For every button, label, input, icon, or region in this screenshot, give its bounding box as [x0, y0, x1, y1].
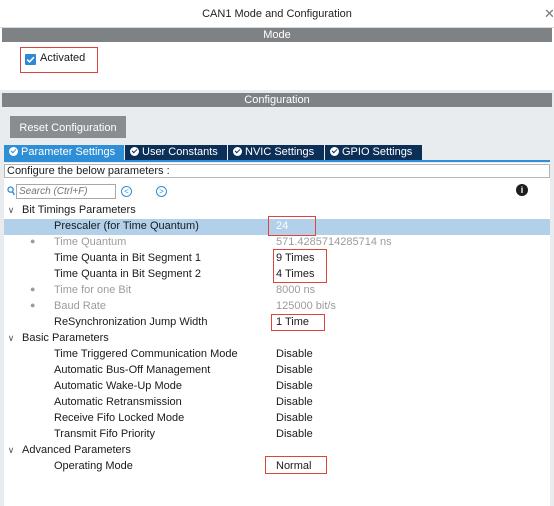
configure-hint: Configure the below parameters :: [4, 164, 550, 178]
check-circle-icon: [330, 147, 339, 156]
param-value[interactable]: Disable: [276, 428, 313, 440]
chevron-down-icon[interactable]: ∨: [6, 205, 16, 216]
param-value[interactable]: Disable: [276, 396, 313, 408]
chevron-right-circle-icon[interactable]: >: [156, 186, 167, 197]
readonly-marker: ●: [30, 300, 36, 310]
param-value[interactable]: Disable: [276, 380, 313, 392]
tab-parameter-settings[interactable]: Parameter Settings: [4, 145, 125, 160]
param-value: 8000 ns: [276, 284, 316, 296]
chevron-down-icon[interactable]: ∨: [6, 333, 16, 344]
check-circle-icon: [233, 147, 242, 156]
reset-configuration-button[interactable]: Reset Configuration: [10, 116, 126, 138]
param-name: Time Quanta in Bit Segment 2: [54, 268, 201, 280]
info-icon[interactable]: i: [516, 184, 528, 196]
search-input[interactable]: [16, 184, 116, 199]
tab-label: User Constants: [142, 146, 218, 158]
param-name: Prescaler (for Time Quantum): [54, 220, 199, 232]
param-name: Time Quanta in Bit Segment 1: [54, 252, 201, 264]
activated-checkbox[interactable]: [25, 54, 36, 65]
param-value[interactable]: Disable: [276, 348, 313, 360]
param-value: 125000 bit/s: [276, 300, 336, 312]
group-bit-timings[interactable]: Bit Timings Parameters: [22, 204, 136, 216]
readonly-marker: ●: [30, 236, 36, 246]
window-title: CAN1 Mode and Configuration: [0, 0, 554, 28]
chevron-down-icon[interactable]: ∨: [6, 445, 16, 456]
tab-label: NVIC Settings: [245, 146, 315, 158]
param-name: Transmit Fifo Priority: [54, 428, 156, 440]
param-value[interactable]: Disable: [276, 364, 313, 376]
group-advanced-parameters[interactable]: Advanced Parameters: [22, 444, 131, 456]
param-name: Time Triggered Communication Mode: [54, 348, 238, 360]
group-basic-parameters[interactable]: Basic Parameters: [22, 332, 109, 344]
check-circle-icon: [130, 147, 139, 156]
param-value: 571.4285714285714 ns: [276, 236, 392, 248]
tab-gpio-settings[interactable]: GPIO Settings: [325, 145, 423, 160]
param-name: Time Quantum: [54, 236, 127, 248]
sjw-highlight: [271, 314, 325, 331]
chevron-left-circle-icon[interactable]: <: [121, 186, 132, 197]
configuration-section-header: Configuration: [2, 93, 552, 107]
close-icon[interactable]: ✕: [544, 6, 554, 22]
tab-user-constants[interactable]: User Constants: [125, 145, 228, 160]
prescaler-highlight: [268, 216, 316, 236]
activated-label[interactable]: Activated: [40, 52, 85, 64]
param-value[interactable]: Disable: [276, 412, 313, 424]
check-circle-icon: [9, 147, 18, 156]
operating-mode-highlight: [265, 456, 327, 474]
tab-label: Parameter Settings: [21, 146, 116, 158]
param-name: Automatic Retransmission: [54, 396, 182, 408]
mode-section-header: Mode: [2, 28, 552, 42]
tab-underline: [4, 160, 550, 162]
param-name: ReSynchronization Jump Width: [54, 316, 208, 328]
time-quanta-highlight: [273, 249, 327, 283]
readonly-marker: ●: [30, 284, 36, 294]
param-name: Time for one Bit: [54, 284, 132, 296]
param-name: Automatic Wake-Up Mode: [54, 380, 182, 392]
param-name: Baud Rate: [54, 300, 106, 312]
search-icon: [7, 186, 15, 196]
tab-label: GPIO Settings: [342, 146, 413, 158]
tab-nvic-settings[interactable]: NVIC Settings: [228, 145, 325, 160]
param-name: Receive Fifo Locked Mode: [54, 412, 185, 424]
param-name: Automatic Bus-Off Management: [54, 364, 211, 376]
param-name: Operating Mode: [54, 460, 133, 472]
checkbox-checked-icon: [26, 56, 35, 64]
